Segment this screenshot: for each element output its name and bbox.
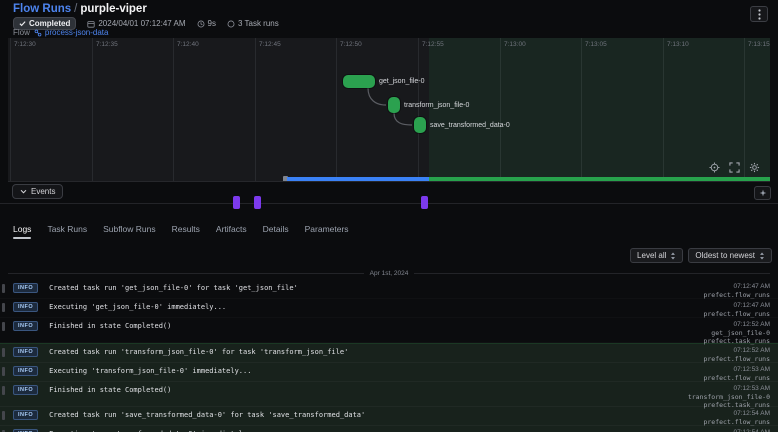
task-node-label: get_json_file-0 [379,78,425,85]
log-row[interactable]: INFO Executing 'save_transformed_data-0'… [0,426,778,432]
run-actions-menu-button[interactable] [750,6,768,22]
events-options-button[interactable] [754,186,771,200]
start-time: 2024/04/01 07:12:47 AM [87,19,185,28]
tab-details[interactable]: Details [263,224,289,239]
task-node-save-transformed-data[interactable] [414,117,426,133]
flow-label: Flow [13,28,30,37]
chevron-down-icon [20,189,27,194]
log-row[interactable]: INFO Executing 'transform_json_file-0' i… [0,363,778,382]
log-meta: 07:12:47 AM prefect.flow_runs [703,302,770,318]
task-node-transform-json-file[interactable] [388,97,400,113]
log-row-tick [2,386,5,395]
event-marker[interactable] [421,196,428,209]
log-row-tick [2,348,5,357]
task-node-get-json-file[interactable] [343,75,375,88]
log-message: Finished in state Completed() [49,385,171,395]
breadcrumb-separator: / [71,3,80,15]
clock-icon [197,20,205,28]
breadcrumb-flow-runs-link[interactable]: Flow Runs [13,3,71,15]
log-meta: 07:12:47 AM prefect.flow_runs [703,283,770,299]
events-timeline-axis [0,203,778,204]
flow-run-graph[interactable]: 7:12:30 7:12:35 7:12:40 7:12:45 7:12:50 … [8,38,770,182]
log-meta: 07:12:54 AM prefect.flow_runs [703,410,770,426]
event-marker[interactable] [233,196,240,209]
tab-logs[interactable]: Logs [13,224,31,239]
log-message: Created task run 'get_json_file-0' for t… [49,283,298,293]
log-level-badge: INFO [13,347,38,357]
flow-link[interactable]: process-json-data [34,28,109,37]
run-detail-tabs: Logs Task Runs Subflow Runs Results Arti… [13,224,349,239]
tab-artifacts[interactable]: Artifacts [216,224,247,239]
log-row-tick [2,411,5,420]
event-marker[interactable] [254,196,261,209]
tab-subflow-runs[interactable]: Subflow Runs [103,224,155,239]
task-node-label: save_transformed_data-0 [430,122,510,129]
log-message: Executing 'get_json_file-0' immediately.… [49,302,226,312]
calendar-icon [87,20,95,28]
log-meta: 07:12:52 AM prefect.flow_runs [703,347,770,363]
log-meta: 07:12:52 AM get_json_file-0 prefect.task… [703,321,770,345]
log-level-badge: INFO [13,366,38,376]
log-level-badge: INFO [13,410,38,420]
log-filters: Level all Oldest to newest [630,248,772,263]
flow-run-name: purple-viper [80,3,146,15]
log-row-tick [2,284,5,293]
log-row[interactable]: INFO Created task run 'get_json_file-0' … [0,280,778,299]
log-message: Executing 'transform_json_file-0' immedi… [49,366,251,376]
flow-icon [34,29,42,37]
center-view-icon[interactable] [709,162,720,173]
log-level-badge: INFO [13,321,38,331]
task-circle-icon [227,20,235,28]
log-date-divider: Apr 1st, 2024 [8,269,770,278]
tab-task-runs[interactable]: Task Runs [47,224,87,239]
events-toggle-button[interactable]: Events [12,184,63,199]
kebab-menu-icon [758,9,761,20]
check-icon [19,20,26,27]
log-level-badge: INFO [13,283,38,293]
log-level-badge: INFO [13,302,38,312]
log-row-tick [2,322,5,331]
flow-state-bar-completed [429,177,770,181]
flow-state-bar-running [287,177,429,181]
log-row[interactable]: INFO Finished in state Completed() 07:12… [0,382,778,407]
log-meta: 07:12:53 AM transform_json_file-0 prefec… [688,385,770,409]
highlighted-log-group: INFO Created task run 'transform_json_fi… [0,343,778,432]
log-meta: 07:12:53 AM prefect.flow_runs [703,366,770,382]
log-row[interactable]: INFO Executing 'get_json_file-0' immedia… [0,299,778,318]
log-row[interactable]: INFO Created task run 'save_transformed_… [0,407,778,426]
graph-controls [709,162,760,173]
run-duration: 9s [197,19,216,28]
flow-row: Flow process-json-data [13,28,108,37]
log-message: Created task run 'transform_json_file-0'… [49,347,348,357]
log-sort-select[interactable]: Oldest to newest [688,248,772,263]
log-row-tick [2,367,5,376]
up-down-arrows-icon [759,252,765,260]
graph-settings-icon[interactable] [749,162,760,173]
log-message: Created task run 'save_transformed_data-… [49,410,365,420]
log-message: Finished in state Completed() [49,321,171,331]
tab-parameters[interactable]: Parameters [305,224,349,239]
log-row[interactable]: INFO Finished in state Completed() 07:12… [0,318,778,343]
tab-results[interactable]: Results [172,224,200,239]
fullscreen-icon[interactable] [729,162,740,173]
flow-run-page: Flow Runs/purple-viper Completed 2024/04… [0,0,778,432]
log-level-select[interactable]: Level all [630,248,683,263]
logs-panel[interactable]: Apr 1st, 2024 INFO Created task run 'get… [0,266,778,432]
task-run-count: 3 Task runs [227,19,279,28]
sparkle-icon [759,189,767,197]
breadcrumb: Flow Runs/purple-viper [13,3,147,15]
up-down-arrows-icon [670,252,676,260]
task-node-label: transform_json_file-0 [404,102,469,109]
log-level-badge: INFO [13,385,38,395]
log-row[interactable]: INFO Created task run 'transform_json_fi… [0,344,778,363]
log-row-tick [2,303,5,312]
